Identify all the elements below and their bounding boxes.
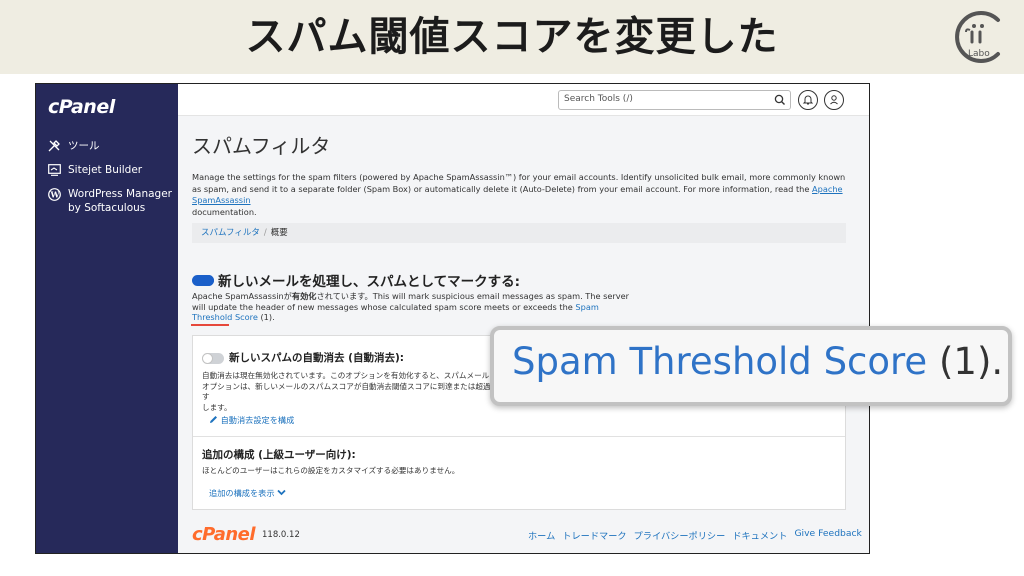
footer-version: 118.0.12 bbox=[262, 530, 300, 540]
footer-link-docs[interactable]: ドキュメント bbox=[732, 528, 787, 542]
desc-suffix: (1). bbox=[257, 312, 275, 322]
search-placeholder: Search Tools (/) bbox=[564, 94, 633, 104]
sidebar-item-label: WordPress Manager by Softaculous bbox=[68, 188, 172, 214]
pencil-icon bbox=[210, 416, 217, 423]
callout-link-text-2: Score bbox=[823, 340, 928, 383]
wordpress-icon: W bbox=[48, 187, 66, 201]
user-account-button[interactable] bbox=[824, 90, 844, 110]
advanced-config-description: ほとんどのユーザーはこれらの設定をカスタマイズする必要はありません。 bbox=[202, 466, 460, 475]
tools-icon bbox=[48, 139, 66, 153]
breadcrumb: スパムフィルタ / 概要 bbox=[192, 223, 846, 243]
footer-link-trademark[interactable]: トレードマーク bbox=[562, 528, 626, 542]
breadcrumb-separator: / bbox=[263, 228, 267, 238]
breadcrumb-parent-link[interactable]: スパムフィルタ bbox=[201, 228, 260, 238]
auto-delete-description: 自動消去は現在無効化されています。このオプションを有効化すると、スパムメール オ… bbox=[202, 371, 492, 413]
user-icon bbox=[830, 95, 838, 105]
chii-labo-logo-icon: Labo bbox=[955, 11, 1000, 63]
desc-pre: Apache SpamAssassinが bbox=[192, 291, 292, 301]
sidebar-item-sitejet[interactable]: Sitejet Builder bbox=[48, 163, 178, 177]
configure-auto-delete-link[interactable]: 自動消去設定を構成 bbox=[209, 414, 294, 426]
advanced-config-title: 追加の構成 (上級ユーザー向け): bbox=[202, 449, 356, 461]
show-advanced-label: 追加の構成を表示 bbox=[209, 488, 275, 498]
highlight-underline bbox=[191, 324, 229, 326]
description-text: Manage the settings for the spam filters… bbox=[192, 172, 846, 194]
svg-text:Labo: Labo bbox=[968, 49, 990, 59]
top-bar: Search Tools (/) bbox=[178, 84, 869, 116]
breadcrumb-current: 概要 bbox=[270, 228, 288, 238]
callout-text: Spam Threshold Score (1). bbox=[512, 340, 1003, 383]
footer-link-home[interactable]: ホーム bbox=[528, 528, 555, 542]
zoom-callout: Spam Threshold Score (1). bbox=[490, 326, 1012, 406]
spam-processing-title: 新しいメールを処理し、スパムとしてマークする: bbox=[218, 274, 520, 290]
callout-suffix: (1). bbox=[927, 340, 1004, 383]
auto-delete-toggle[interactable] bbox=[202, 353, 224, 364]
search-icon[interactable] bbox=[774, 94, 786, 106]
sidebar-item-tools[interactable]: ツール bbox=[48, 139, 178, 153]
desc-line: します。 bbox=[202, 402, 232, 412]
page-description: Manage the settings for the spam filters… bbox=[192, 172, 847, 218]
svg-text:W: W bbox=[50, 189, 61, 199]
configure-auto-delete-label: 自動消去設定を構成 bbox=[220, 415, 295, 425]
toggle-knob bbox=[203, 275, 214, 286]
search-input[interactable]: Search Tools (/) bbox=[558, 90, 791, 110]
toggle-knob bbox=[202, 353, 213, 364]
bell-icon bbox=[802, 95, 814, 105]
cpanel-screenshot: cPanel ツール Sitejet Builder W WordPress M… bbox=[35, 83, 870, 554]
desc-line: オプションは、新しいメールのスパムスコアが自動消去閾値スコアに到達または超過す bbox=[202, 381, 491, 402]
spam-processing-toggle[interactable] bbox=[192, 275, 214, 286]
section-divider bbox=[193, 436, 845, 437]
callout-link-text: Spam Threshold bbox=[512, 340, 812, 383]
footer-links: ホーム トレードマーク プライバシーポリシー ドキュメント Give Feedb… bbox=[528, 528, 862, 542]
auto-delete-title: 新しいスパムの自動消去 (自動消去): bbox=[229, 352, 404, 364]
notifications-button[interactable] bbox=[798, 90, 818, 110]
sidebar-item-label: Sitejet Builder bbox=[68, 164, 143, 176]
description-tail: documentation. bbox=[192, 206, 257, 217]
show-advanced-config-link[interactable]: 追加の構成を表示 bbox=[209, 487, 286, 499]
page-title: スパムフィルタ bbox=[192, 134, 331, 158]
footer-link-privacy[interactable]: プライバシーポリシー bbox=[634, 528, 726, 542]
banner-title: スパム閾値スコアを変更した bbox=[245, 14, 779, 60]
footer-cpanel-logo[interactable]: cPanel bbox=[192, 524, 256, 545]
sitejet-icon bbox=[48, 163, 66, 177]
chevron-down-icon bbox=[277, 489, 286, 496]
sidebar: cPanel ツール Sitejet Builder W WordPress M… bbox=[36, 84, 178, 553]
desc-bold: 有効化 bbox=[291, 291, 317, 301]
sidebar-item-wordpress[interactable]: W WordPress Manager by Softaculous bbox=[48, 187, 178, 215]
footer-link-feedback[interactable]: Give Feedback bbox=[794, 528, 861, 542]
cpanel-logo[interactable]: cPanel bbox=[48, 96, 115, 118]
sidebar-item-label: ツール bbox=[68, 140, 100, 152]
desc-line: 自動消去は現在無効化されています。このオプションを有効化すると、スパムメール bbox=[202, 371, 490, 380]
main-content: Search Tools (/) スパムフィルタ Manage the sett… bbox=[178, 84, 869, 553]
spam-processing-description: Apache SpamAssassinが有効化されています。This will … bbox=[192, 291, 632, 323]
